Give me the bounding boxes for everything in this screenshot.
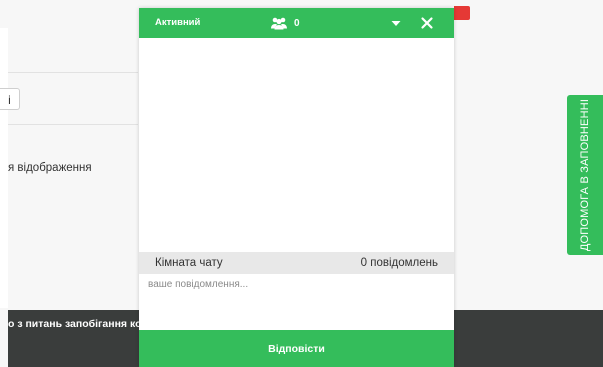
help-tab[interactable]: ДОПОМОГА В ЗАПОВНЕННІ [567,95,603,255]
background-divider [8,72,138,73]
reply-button[interactable]: Відповісти [139,330,454,367]
message-input[interactable] [139,274,454,330]
users-online: 0 [270,16,300,30]
chat-messages-area [139,38,454,252]
help-tab-label: ДОПОМОГА В ЗАПОВНЕННІ [579,98,591,252]
background-display-text: я відображення [8,162,92,174]
close-icon[interactable] [419,15,435,31]
users-icon [271,17,287,30]
chevron-down-icon[interactable] [390,17,402,29]
chat-widget: Активний 0 Кімната чату 0 повідомлень Ві… [139,8,454,367]
chat-header: Активний 0 [139,8,454,38]
chat-message-count: 0 повідомлень [360,257,438,269]
chat-status-label: Активний [155,17,201,28]
background-divider [8,124,138,125]
background-small-button[interactable]: і [0,88,20,110]
background-content-strip [0,28,8,308]
chat-room-bar: Кімната чату 0 повідомлень [139,252,454,274]
chat-room-name: Кімната чату [155,257,223,269]
background-red-badge [454,6,470,20]
users-count: 0 [294,17,300,29]
background-footer-text: о з питань запобігання ко [8,318,139,330]
